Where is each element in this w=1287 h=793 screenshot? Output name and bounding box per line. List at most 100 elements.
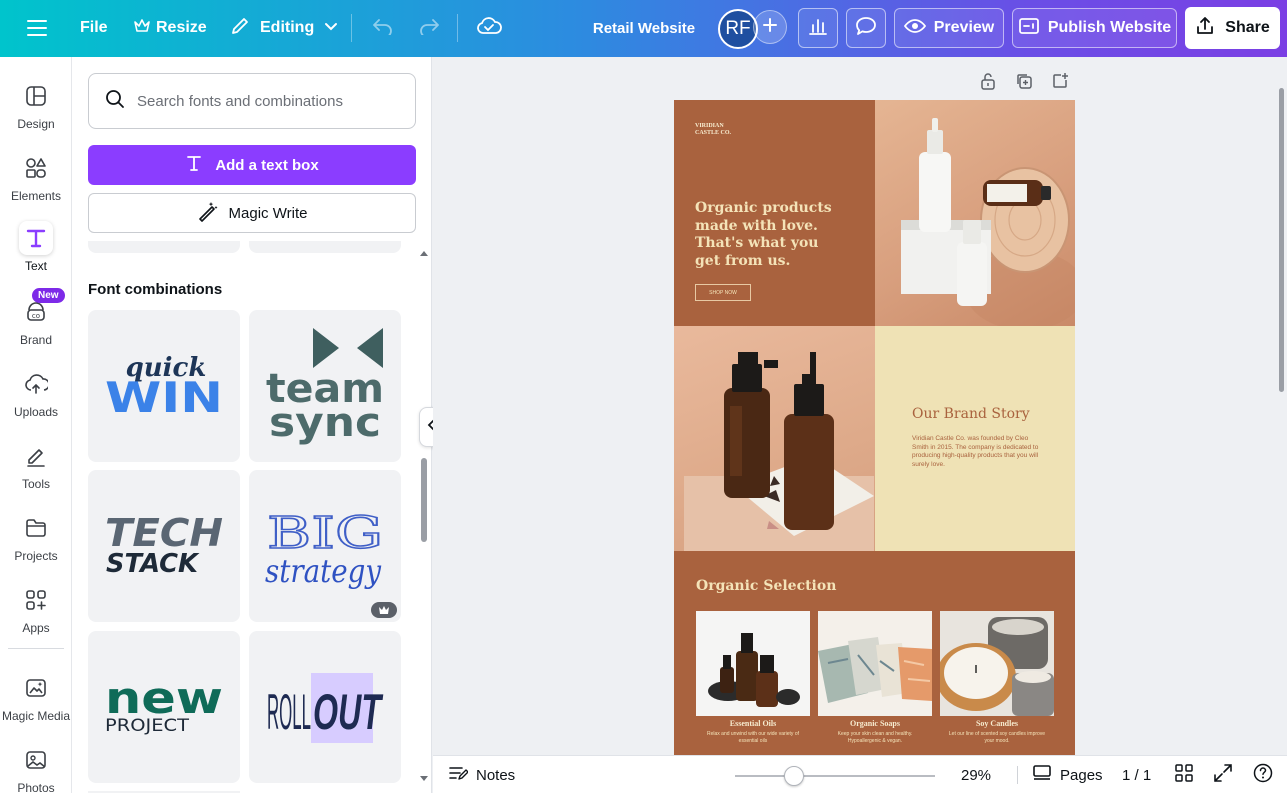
rail-divider [8,648,64,649]
font-combination-tile[interactable]: team sync [249,310,401,462]
lock-icon[interactable] [977,70,999,92]
svg-text:WIN: WIN [105,373,223,422]
brand-story-body[interactable]: Viridian Castle Co. was founded by Cleo … [912,435,1044,469]
rail-item-projects[interactable]: Projects [0,511,72,577]
serum-bottles-photo[interactable] [875,100,1075,330]
amber-bottles-photo[interactable] [674,326,875,551]
product-card-organic-soaps[interactable]: Organic Soaps Keep your skin clean and h… [818,611,932,744]
rail-item-photos[interactable]: Photos [0,743,72,793]
rail-label: Elements [10,189,62,203]
add-collaborator-button[interactable] [753,10,787,44]
previous-row-tile [249,241,401,253]
rail-item-design[interactable]: Design [0,79,72,145]
font-combination-tile[interactable]: ROLL OUT [249,631,401,783]
logo-line: VIRIDIAN [695,123,724,129]
pencil-icon [230,16,250,41]
folder-icon [19,511,53,545]
essential-oils-photo [696,611,810,716]
organic-selection-title[interactable]: Organic Selection [696,578,836,594]
font-combination-tile[interactable]: TECH STACK [88,470,240,622]
zoom-level-button[interactable]: 29% [961,756,991,793]
design-title[interactable]: Retail Website [590,8,698,48]
undo-button[interactable] [364,8,402,48]
text-panel: Add a text box Magic Write Font combinat… [72,57,432,793]
brand-story-title[interactable]: Our Brand Story [912,406,1030,422]
undo-icon [372,17,394,40]
rail-item-tools[interactable]: Tools [0,439,72,505]
rail-item-magic-media[interactable]: Magic Media [0,671,72,737]
rail-item-text[interactable]: Text [0,221,72,287]
shop-now-button[interactable]: SHOP NOW [695,284,751,301]
publish-label: Publish Website [1047,19,1172,36]
magic-write-button[interactable]: Magic Write [88,193,416,233]
help-button[interactable] [1253,756,1273,793]
fullscreen-button[interactable] [1213,756,1233,793]
rail-item-apps[interactable]: Apps [0,583,72,649]
file-menu-button[interactable]: File [72,8,116,48]
product-name: Soy Candles [975,719,1018,728]
pages-icon [1032,764,1052,786]
insights-button[interactable] [798,8,838,48]
hero-section: VIRIDIAN CASTLE CO. Organic products mad… [674,100,875,326]
canvas-scrollbar-thumb[interactable] [1279,88,1284,392]
add-page-icon[interactable] [1049,70,1071,92]
preview-button[interactable]: Preview [894,8,1004,48]
duplicate-page-icon[interactable] [1013,70,1035,92]
font-combination-preview: quick WIN [105,353,223,422]
toolbar-divider [457,14,458,42]
product-name: Essential Oils [729,719,777,728]
product-card-essential-oils[interactable]: Essential Oils Relax and unwind with our… [696,611,810,744]
rail-item-elements[interactable]: Elements [0,151,72,217]
notes-label: Notes [476,766,516,784]
zoom-slider-thumb[interactable] [784,766,804,786]
search-box [88,73,416,129]
apps-icon [19,583,53,617]
redo-icon [418,17,440,40]
pages-button[interactable]: Pages [1032,756,1103,793]
font-combination-tile[interactable]: quick WIN [88,310,240,462]
notes-button[interactable]: Notes [448,756,515,793]
comments-button[interactable] [846,8,886,48]
grid-view-button[interactable] [1174,756,1194,793]
svg-text:OUT: OUT [313,684,384,740]
page-counter[interactable]: 1 / 1 [1122,756,1151,793]
save-status-button[interactable] [468,8,510,48]
share-button[interactable]: Share [1185,7,1280,49]
font-combination-tile[interactable]: BIG strategy [249,470,401,622]
search-icon [105,89,125,114]
svg-text:PROJECT: PROJECT [105,716,190,736]
resize-label: Resize [156,19,207,36]
left-navigation-rail: Design Elements Text New co Brand Upload… [0,57,72,793]
add-text-box-label: Add a text box [215,156,319,174]
rail-item-uploads[interactable]: Uploads [0,367,72,433]
bar-chart-icon [808,17,828,40]
photo-icon [19,743,53,777]
rail-label: Text [24,259,47,273]
avatar[interactable]: RF [718,9,758,49]
cloud-upload-icon [19,367,53,401]
expand-icon [1213,763,1233,787]
design-page[interactable]: VIRIDIAN CASTLE CO. Organic products mad… [674,100,1075,755]
menu-icon[interactable] [18,8,56,48]
page-count: 1 / 1 [1122,766,1152,784]
search-input[interactable] [137,92,387,110]
resize-button[interactable]: Resize [126,8,215,48]
rail-label: Uploads [13,405,59,419]
publish-website-button[interactable]: Publish Website [1012,8,1177,48]
rail-label: Projects [14,549,58,563]
redo-button[interactable] [410,8,448,48]
rail-label: Brand [19,333,53,347]
hero-heading[interactable]: Organic products made with love. That's … [695,200,845,270]
bottom-bar: Notes 29% Pages 1 / 1 [433,755,1287,793]
rail-item-brand[interactable]: New co Brand [0,288,72,361]
eye-icon [903,18,926,39]
zoom-slider-track[interactable] [735,775,935,777]
panel-scrollbar-thumb[interactable] [421,458,427,542]
editing-mode-dropdown[interactable]: Editing [222,8,346,48]
font-combination-tile[interactable]: new PROJECT [88,631,240,783]
font-combinations-heading: Font combinations [88,281,223,298]
pages-label: Pages [1060,766,1103,784]
add-text-box-button[interactable]: Add a text box [88,145,416,185]
brand-logo[interactable]: VIRIDIAN CASTLE CO. [695,123,731,137]
product-card-soy-candles[interactable]: Soy Candles Let our line of scented soy … [940,611,1054,744]
